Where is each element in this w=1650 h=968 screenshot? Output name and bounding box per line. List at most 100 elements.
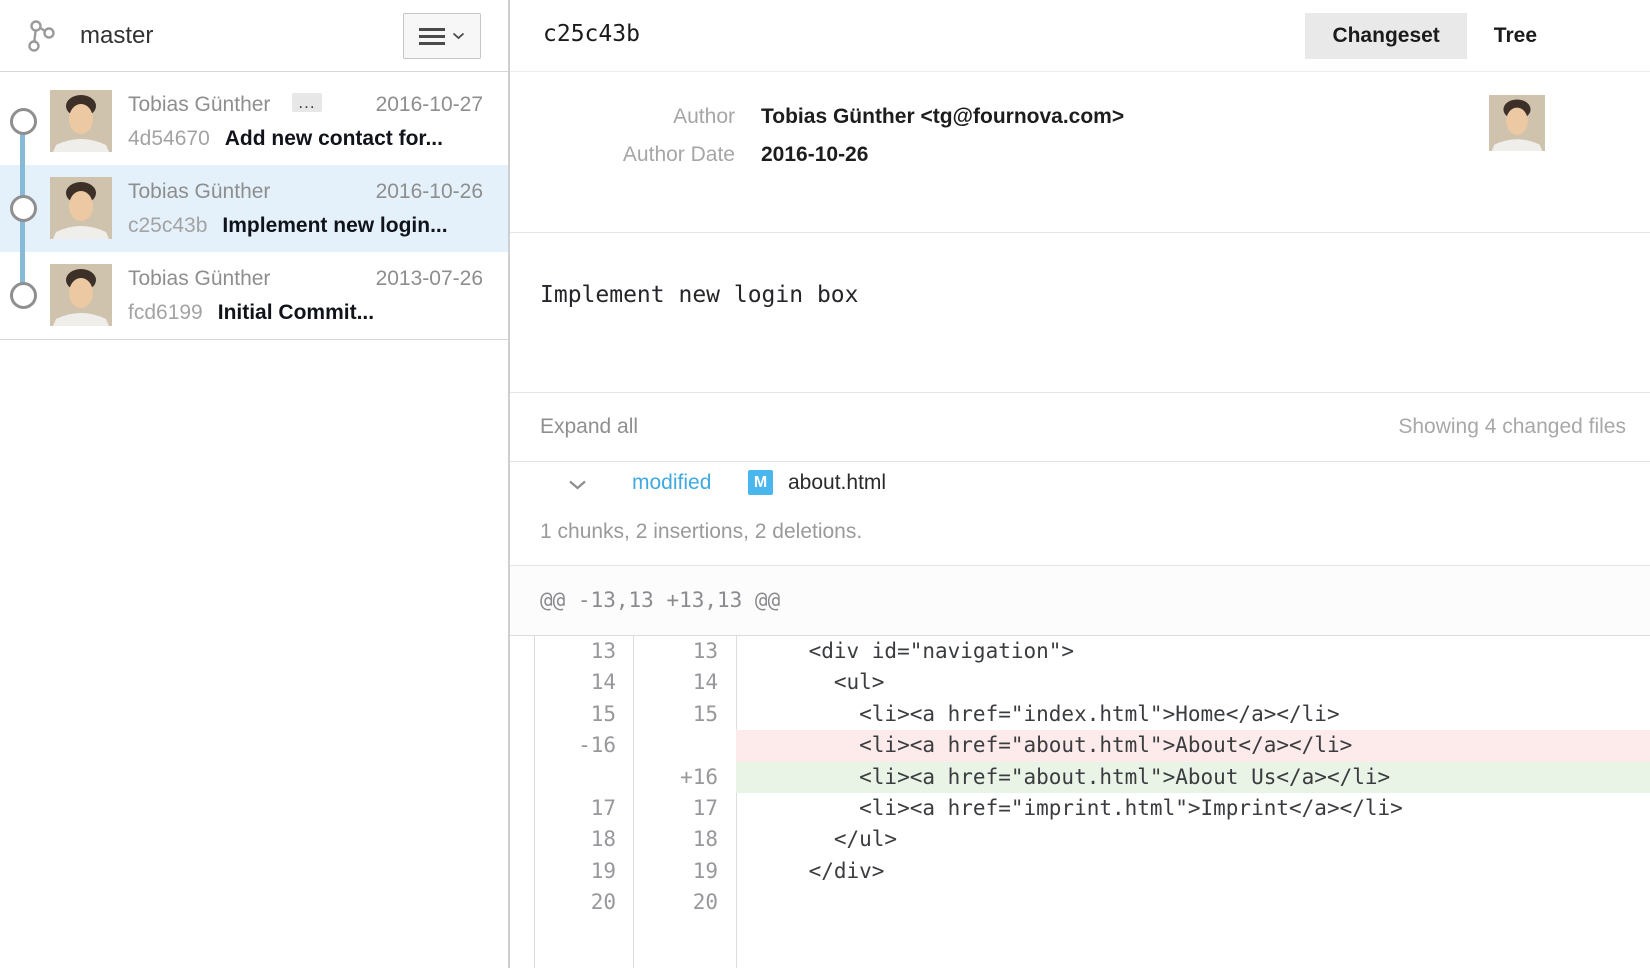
commit-row[interactable]: Tobias Günther 2013-07-26 fcd6199 Initial… xyxy=(0,252,508,339)
diff-line: 20 20 xyxy=(510,887,1650,918)
commit-message: Initial Commit... xyxy=(218,301,374,324)
commit-ellipsis-badge: ... xyxy=(292,93,321,112)
diff-line: 19 19 </div> xyxy=(510,856,1650,887)
commit-node-icon xyxy=(10,282,37,309)
changed-files-summary: Showing 4 changed files xyxy=(1398,415,1626,439)
old-line-number: 19 xyxy=(510,856,633,887)
branch-icon xyxy=(26,18,56,59)
code-text: <li><a href="index.html">Home</a></li> xyxy=(736,699,1650,730)
branch-header: master xyxy=(0,0,508,72)
new-line-number xyxy=(633,730,736,761)
file-name: about.html xyxy=(788,471,886,495)
commit-hash: 4d54670 xyxy=(128,127,210,150)
commit-row-line1: Tobias Günther 2016-10-26 xyxy=(128,178,483,206)
diff-line: 17 17 <li><a href="imprint.html">Imprint… xyxy=(510,793,1650,824)
old-line-number: 15 xyxy=(510,699,633,730)
new-line-number: 17 xyxy=(633,793,736,824)
branch-name: master xyxy=(80,22,153,50)
author-avatar xyxy=(1489,95,1545,151)
commit-author: Tobias Günther xyxy=(128,267,270,290)
commit-date: 2013-07-26 xyxy=(376,265,483,293)
old-line-number xyxy=(510,762,633,793)
diff-rows: 13 13 <div id="navigation"> 14 14 <ul> 1… xyxy=(510,636,1650,919)
diff-line: 13 13 <div id="navigation"> xyxy=(510,636,1650,667)
commit-node-icon xyxy=(10,195,37,222)
avatar xyxy=(50,177,112,239)
code-text: <ul> xyxy=(736,667,1650,698)
new-line-number: +16 xyxy=(633,762,736,793)
diff-line: 18 18 </ul> xyxy=(510,824,1650,855)
diff-line: 14 14 <ul> xyxy=(510,667,1650,698)
code-text: <li><a href="imprint.html">Imprint</a></… xyxy=(736,793,1650,824)
chunk-header: @@ -13,13 +13,13 @@ xyxy=(510,565,1650,635)
commit-list: Tobias Günther... 2016-10-27 4d54670 Add … xyxy=(0,72,508,340)
old-line-number: 17 xyxy=(510,793,633,824)
view-mode-tabs: Changeset Tree xyxy=(1305,13,1564,59)
history-options-button[interactable] xyxy=(403,13,481,59)
tab-tree[interactable]: Tree xyxy=(1467,13,1564,59)
meta-value: 2016-10-26 xyxy=(761,143,868,166)
app-window: master Tobias Günther... 2016-10-27 xyxy=(0,0,1650,968)
avatar xyxy=(50,90,112,152)
code-text: <li><a href="about.html">About</a></li> xyxy=(736,730,1650,761)
expand-all-button[interactable]: Expand all xyxy=(540,415,638,439)
file-status-label: modified xyxy=(632,471,711,495)
old-line-number: 13 xyxy=(510,636,633,667)
detail-panel: c25c43b Changeset Tree Author Tobias Günt… xyxy=(510,0,1650,968)
meta-label: Author Date xyxy=(510,143,735,167)
code-text xyxy=(736,887,1650,918)
old-line-number: 20 xyxy=(510,887,633,918)
meta-row-author-date: Author Date 2016-10-26 xyxy=(510,143,868,167)
commit-row-line1: Tobias Günther 2013-07-26 xyxy=(128,265,483,293)
commit-sha-title: c25c43b xyxy=(543,21,640,47)
commit-date: 2016-10-26 xyxy=(376,178,483,206)
detail-header: c25c43b Changeset Tree xyxy=(510,0,1650,72)
commit-message: Implement new login... xyxy=(222,214,447,237)
commit-row-line2: c25c43b Implement new login... xyxy=(128,212,448,240)
commit-author: Tobias Günther xyxy=(128,180,270,203)
avatar xyxy=(50,264,112,326)
commit-node-icon xyxy=(10,108,37,135)
chevron-down-icon[interactable] xyxy=(568,478,587,496)
tab-changeset[interactable]: Changeset xyxy=(1305,13,1466,59)
commit-author: Tobias Günther xyxy=(128,93,270,116)
commit-hash: fcd6199 xyxy=(128,301,203,324)
commit-row-line2: 4d54670 Add new contact for... xyxy=(128,125,443,153)
hamburger-menu-icon xyxy=(419,24,445,49)
file-change-stats: 1 chunks, 2 insertions, 2 deletions. xyxy=(540,520,862,544)
chevron-down-icon xyxy=(452,32,465,40)
old-line-number: 14 xyxy=(510,667,633,698)
meta-value: Tobias Günther <tg@fournova.com> xyxy=(761,105,1124,128)
commit-hash: c25c43b xyxy=(128,214,207,237)
code-text: </div> xyxy=(736,856,1650,887)
new-line-number: 18 xyxy=(633,824,736,855)
meta-row-author: Author Tobias Günther <tg@fournova.com> xyxy=(510,105,1124,129)
meta-label: Author xyxy=(510,105,735,129)
commit-message: Implement new login box xyxy=(510,232,1650,392)
code-text: </ul> xyxy=(736,824,1650,855)
diff-line: -16 <li><a href="about.html">About</a></… xyxy=(510,730,1650,761)
diff-line: 15 15 <li><a href="index.html">Home</a><… xyxy=(510,699,1650,730)
file-modified-badge: M xyxy=(748,470,773,495)
changeset-toolbar: Expand all Showing 4 changed files xyxy=(510,392,1650,461)
code-text: <li><a href="about.html">About Us</a></l… xyxy=(736,762,1650,793)
commit-row[interactable]: Tobias Günther... 2016-10-27 4d54670 Add … xyxy=(0,78,508,165)
new-line-number: 14 xyxy=(633,667,736,698)
commit-message: Add new contact for... xyxy=(225,127,443,150)
old-line-number: 18 xyxy=(510,824,633,855)
new-line-number: 19 xyxy=(633,856,736,887)
commit-row-line2: fcd6199 Initial Commit... xyxy=(128,299,374,327)
old-line-number: -16 xyxy=(510,730,633,761)
history-panel: master Tobias Günther... 2016-10-27 xyxy=(0,0,510,968)
diff-line: +16 <li><a href="about.html">About Us</a… xyxy=(510,762,1650,793)
code-text: <div id="navigation"> xyxy=(736,636,1650,667)
new-line-number: 13 xyxy=(633,636,736,667)
commit-meta-section: Author Tobias Günther <tg@fournova.com> A… xyxy=(510,72,1650,232)
commit-row[interactable]: Tobias Günther 2016-10-26 c25c43b Impleme… xyxy=(0,165,508,252)
new-line-number: 20 xyxy=(633,887,736,918)
file-header[interactable]: modified M about.html 1 chunks, 2 insert… xyxy=(510,461,1650,565)
new-line-number: 15 xyxy=(633,699,736,730)
commit-date: 2016-10-27 xyxy=(376,91,483,119)
diff-view: 13 13 <div id="navigation"> 14 14 <ul> 1… xyxy=(510,635,1650,968)
commit-row-line1: Tobias Günther... 2016-10-27 xyxy=(128,91,483,119)
